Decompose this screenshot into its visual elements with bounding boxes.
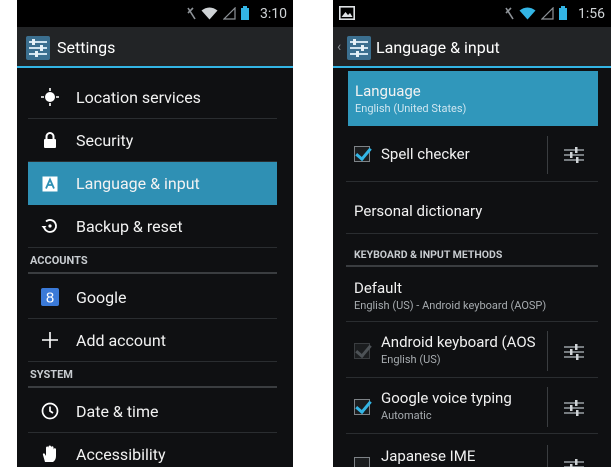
settings-item-language-input[interactable]: Language & input (28, 162, 277, 205)
android-keyboard-text: Android keyboard (AOS English (US) (381, 333, 546, 366)
svg-text:8: 8 (46, 290, 54, 307)
battery-icon (241, 6, 249, 20)
status-bar: 1:56 (333, 0, 611, 27)
no-sim-icon (505, 6, 514, 19)
japanese-ime-text: Japanese IME (381, 447, 475, 465)
google-voice-typing-checkbox[interactable] (354, 399, 370, 415)
lock-icon (39, 129, 61, 151)
plus-icon (39, 329, 61, 351)
spell-checker-item[interactable]: Spell checker (346, 128, 598, 182)
action-bar: ‹ Language & input (333, 27, 611, 68)
google-voice-typing-title: Google voice typing (381, 389, 512, 407)
settings-item-label: Add account (76, 330, 166, 350)
default-input-subtitle: English (US) - Android keyboard (AOSP) (354, 299, 547, 312)
personal-dictionary-title: Personal dictionary (354, 202, 483, 220)
settings-item-google[interactable]: 8 Google (28, 276, 277, 319)
divider (547, 445, 548, 467)
google-voice-typing-settings-icon[interactable] (563, 398, 585, 418)
signal-icon (223, 6, 236, 20)
wifi-icon (519, 7, 536, 19)
image-notification-icon (339, 6, 355, 20)
default-input-item[interactable]: Default English (US) - Android keyboard … (346, 267, 598, 322)
page-title: Language & input (376, 38, 500, 57)
input-method-google-voice-typing[interactable]: Google voice typing Automatic (346, 379, 598, 434)
language-subtitle: English (United States) (355, 102, 467, 115)
japanese-ime-settings-icon[interactable] (563, 457, 585, 467)
default-input-title: Default (354, 279, 402, 297)
divider (547, 387, 548, 427)
android-keyboard-settings-icon[interactable] (563, 342, 585, 362)
spell-checker-title: Spell checker (381, 145, 470, 163)
google-icon: 8 (39, 286, 61, 308)
signal-icon (541, 6, 554, 20)
google-voice-typing-subtitle: Automatic (381, 409, 432, 422)
android-keyboard-title: Android keyboard (AOS (381, 333, 536, 351)
settings-item-backup-reset[interactable]: Backup & reset (28, 205, 277, 248)
language-input-list: Language English (United States) Spell c… (333, 70, 611, 467)
settings-item-label: Accessibility (76, 444, 166, 464)
google-voice-typing-text: Google voice typing Automatic (381, 389, 546, 422)
divider (547, 331, 548, 371)
settings-item-label: Backup & reset (76, 216, 183, 236)
section-header-system: SYSTEM (28, 368, 277, 388)
input-method-android-keyboard[interactable]: Android keyboard (AOS English (US) (346, 323, 598, 378)
input-method-japanese-ime[interactable]: Japanese IME (346, 435, 598, 467)
spell-checker-settings-icon[interactable] (563, 145, 585, 165)
divider (547, 136, 548, 174)
personal-dictionary-item[interactable]: Personal dictionary (346, 183, 598, 234)
settings-item-label: Language & input (76, 174, 200, 193)
page-title: Settings (57, 38, 116, 57)
japanese-ime-title: Japanese IME (381, 447, 476, 465)
settings-item-label: Location services (76, 87, 201, 107)
status-icons (504, 6, 567, 20)
status-time: 3:10 (260, 6, 287, 22)
settings-item-add-account[interactable]: Add account (28, 319, 277, 362)
settings-screen: 3:10 Settings Location services Security (17, 0, 293, 467)
status-bar: 3:10 (17, 0, 293, 27)
language-input-screen: 1:56 ‹ Language & input Language English… (333, 0, 611, 467)
settings-app-icon[interactable] (347, 36, 371, 60)
battery-icon (559, 6, 567, 20)
backup-icon (39, 215, 61, 237)
android-keyboard-checkbox (354, 343, 370, 359)
language-title: Language (355, 82, 421, 100)
no-sim-icon (187, 6, 196, 19)
settings-item-accessibility[interactable]: Accessibility (28, 433, 277, 467)
status-icons (186, 6, 249, 20)
location-icon (39, 86, 61, 108)
android-keyboard-subtitle: English (US) (381, 353, 441, 366)
settings-app-icon[interactable] (26, 36, 50, 60)
settings-item-security[interactable]: Security (28, 119, 277, 162)
clock-icon (39, 400, 61, 422)
language-item[interactable]: Language English (United States) (348, 71, 598, 126)
settings-item-date-time[interactable]: Date & time (28, 390, 277, 433)
section-header-accounts: ACCOUNTS (28, 254, 277, 274)
status-time: 1:56 (578, 6, 605, 22)
settings-item-label: Security (76, 130, 134, 150)
spell-checker-checkbox[interactable] (354, 146, 370, 162)
action-bar: Settings (17, 27, 293, 68)
japanese-ime-checkbox[interactable] (354, 457, 370, 467)
settings-item-label: Google (76, 287, 127, 307)
section-header-keyboard: KEYBOARD & INPUT METHODS (346, 248, 598, 267)
settings-item-label: Date & time (76, 401, 159, 421)
keyboard-a-icon (39, 173, 61, 195)
hand-icon (39, 443, 61, 465)
wifi-icon (201, 7, 218, 19)
settings-item-location-services[interactable]: Location services (28, 76, 277, 119)
up-caret-icon[interactable]: ‹ (337, 39, 341, 55)
settings-list: Location services Security Language & in… (17, 70, 293, 467)
